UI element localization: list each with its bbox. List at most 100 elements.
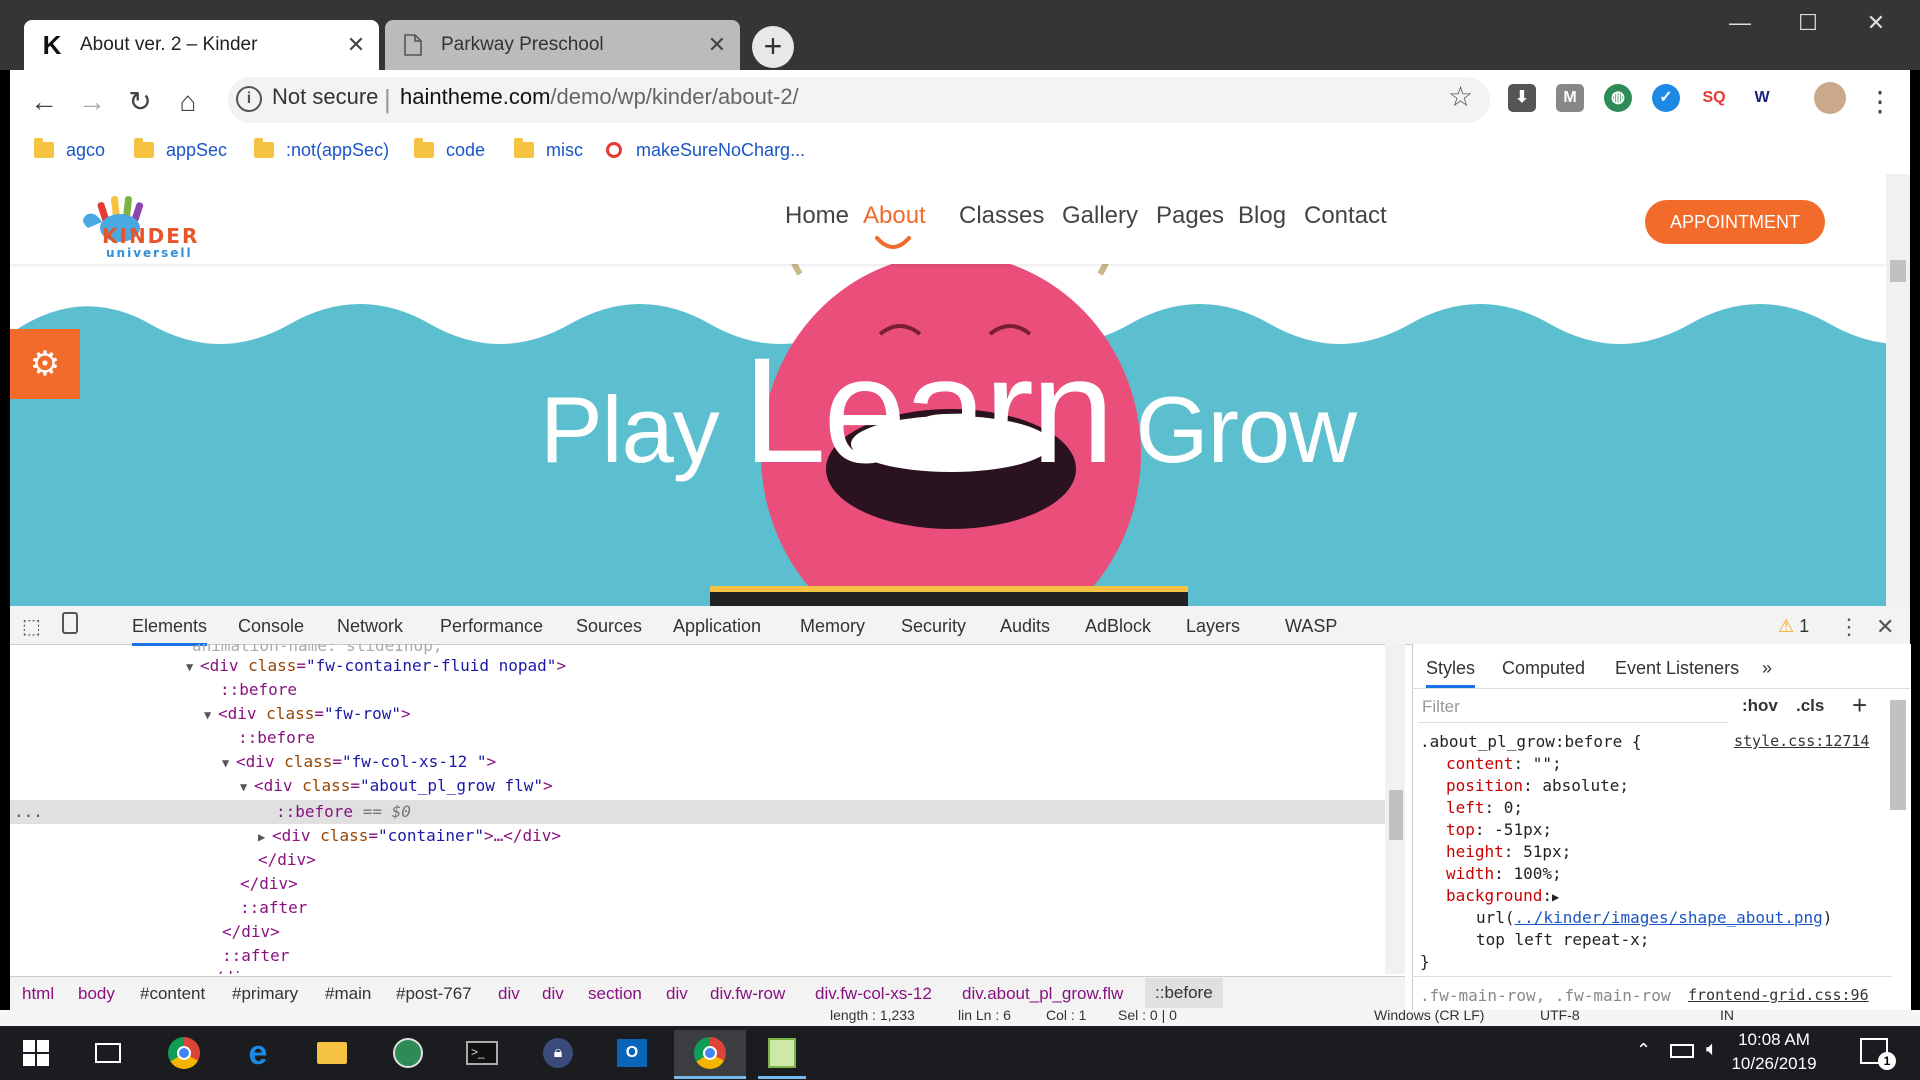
- keepass-lock-icon[interactable]: 🔒︎: [534, 1030, 582, 1076]
- chevron-up-icon[interactable]: ⌃: [1636, 1040, 1651, 1061]
- url-text[interactable]: haintheme.com/demo/wp/kinder/about-2/: [400, 84, 799, 110]
- expand-triangle-icon[interactable]: ▼: [240, 775, 254, 799]
- tab-sources[interactable]: Sources: [576, 616, 642, 637]
- tab-parkway-preschool[interactable]: Parkway Preschool ✕: [385, 20, 740, 70]
- dom-close-tag[interactable]: </div>: [240, 872, 298, 896]
- volume-icon[interactable]: 🔈︎: [1706, 1038, 1718, 1061]
- style-prop-width[interactable]: width: 100%;: [1446, 864, 1562, 883]
- cls-toggle[interactable]: .cls: [1796, 696, 1824, 716]
- system-clock[interactable]: 10:08 AM 10/26/2019: [1722, 1028, 1826, 1076]
- expand-triangle-icon[interactable]: ▼: [204, 703, 218, 727]
- breadcrumb-item[interactable]: div: [666, 984, 688, 1004]
- nav-pages[interactable]: Pages: [1156, 202, 1224, 230]
- back-icon[interactable]: ←: [24, 82, 64, 122]
- expand-triangle-icon[interactable]: ▶: [1552, 890, 1559, 904]
- tab-about-kinder[interactable]: K About ver. 2 – Kinder ✕: [24, 20, 379, 70]
- dom-node[interactable]: ▼ <div class="about_pl_grow flw">: [240, 774, 553, 798]
- devtools-close-icon[interactable]: ✕: [1876, 614, 1894, 640]
- sq-extension-icon[interactable]: SQ: [1700, 84, 1728, 112]
- bookmark-link-makesure[interactable]: makeSureNoCharg...: [606, 134, 805, 166]
- new-tab-button[interactable]: +: [752, 26, 794, 68]
- style-prop-content[interactable]: content: "";: [1446, 754, 1562, 773]
- tab-performance[interactable]: Performance: [440, 616, 543, 637]
- breadcrumb-item[interactable]: body: [78, 984, 115, 1004]
- tab-security[interactable]: Security: [901, 616, 966, 637]
- next-style-selector[interactable]: .fw-main-row, .fw-main-row: [1420, 986, 1670, 1005]
- task-view-icon[interactable]: [84, 1030, 132, 1076]
- download-extension-icon[interactable]: ⬇: [1508, 84, 1536, 112]
- warning-indicator[interactable]: ⚠ 1: [1778, 616, 1809, 637]
- dom-close-tag[interactable]: </div>: [204, 966, 262, 974]
- nav-home[interactable]: Home: [785, 202, 849, 230]
- page-scrollbar[interactable]: [1886, 174, 1910, 606]
- security-label[interactable]: Not secure: [272, 84, 378, 110]
- home-icon[interactable]: ⌂: [168, 82, 208, 122]
- style-prop-top[interactable]: top: -51px;: [1446, 820, 1552, 839]
- dom-pseudo[interactable]: ::after: [222, 944, 289, 968]
- hov-toggle[interactable]: :hov: [1742, 696, 1778, 716]
- outlook-icon[interactable]: O: [608, 1030, 656, 1076]
- windows-start-icon[interactable]: [12, 1030, 60, 1076]
- tab-event-listeners[interactable]: Event Listeners: [1615, 658, 1739, 679]
- styles-filter-input[interactable]: Filter: [1418, 692, 1728, 723]
- breadcrumb-item[interactable]: html: [22, 984, 54, 1004]
- style-source-link[interactable]: style.css:12714: [1734, 732, 1869, 750]
- tab-computed[interactable]: Computed: [1502, 658, 1585, 679]
- style-bg-url[interactable]: url(../kinder/images/shape_about.png): [1476, 908, 1832, 927]
- dom-node[interactable]: ▼ <div class="fw-container-fluid nopad">: [186, 654, 566, 678]
- breadcrumb-item[interactable]: section: [588, 984, 642, 1004]
- tab-styles[interactable]: Styles: [1426, 658, 1476, 688]
- breadcrumb-item[interactable]: #post-767: [396, 984, 472, 1004]
- style-prop-position[interactable]: position: absolute;: [1446, 776, 1629, 795]
- tab-adblock[interactable]: AdBlock: [1085, 616, 1151, 637]
- bookmark-star-icon[interactable]: ☆: [1448, 80, 1473, 113]
- breadcrumb-item-active[interactable]: ::before: [1145, 978, 1223, 1008]
- breadcrumb-item[interactable]: #content: [140, 984, 205, 1004]
- dom-pseudo[interactable]: ::before: [238, 726, 315, 750]
- terminal-icon[interactable]: >_: [458, 1030, 506, 1076]
- next-style-source-link[interactable]: frontend-grid.css:96: [1688, 986, 1869, 1004]
- info-icon[interactable]: i: [236, 86, 262, 112]
- nav-contact[interactable]: Contact: [1304, 202, 1387, 230]
- globe-extension-icon[interactable]: ◍: [1604, 84, 1632, 112]
- chrome-active-icon[interactable]: [674, 1030, 746, 1079]
- style-selector[interactable]: .about_pl_grow:before {: [1420, 732, 1642, 751]
- gmail-checker-icon[interactable]: M: [1556, 84, 1584, 112]
- breadcrumb-item[interactable]: div.about_pl_grow.flw: [962, 984, 1123, 1004]
- minimize-button[interactable]: —: [1706, 0, 1774, 46]
- style-prop-left[interactable]: left: 0;: [1446, 798, 1523, 817]
- reload-icon[interactable]: ↻: [120, 82, 160, 122]
- dom-pseudo[interactable]: ::after: [240, 896, 307, 920]
- style-prop-background[interactable]: background:▶: [1446, 886, 1559, 905]
- globe-app-icon[interactable]: [384, 1030, 432, 1076]
- dom-tree[interactable]: animation-name: slideInUp; ▼ <div class="…: [10, 644, 1385, 974]
- forward-icon[interactable]: →: [72, 82, 112, 122]
- dom-node[interactable]: ▼ <div class="fw-col-xs-12 ">: [222, 750, 496, 774]
- device-toolbar-icon[interactable]: [62, 612, 78, 634]
- bookmark-folder-code[interactable]: code: [414, 134, 485, 166]
- breadcrumb-item[interactable]: div.fw-row: [710, 984, 785, 1004]
- chrome-icon[interactable]: [160, 1030, 208, 1076]
- breadcrumb-item[interactable]: div.fw-col-xs-12: [815, 984, 932, 1004]
- tab-wasp[interactable]: WASP: [1285, 616, 1337, 637]
- bookmark-folder-appsec[interactable]: appSec: [134, 134, 227, 166]
- dom-close-tag[interactable]: </div>: [258, 848, 316, 872]
- page-scrollbar-thumb[interactable]: [1890, 260, 1906, 282]
- tab-network[interactable]: Network: [337, 616, 403, 637]
- close-window-button[interactable]: ✕: [1842, 0, 1910, 46]
- dom-close-tag[interactable]: </div>: [222, 920, 280, 944]
- tab-console[interactable]: Console: [238, 616, 304, 637]
- bookmark-folder-misc[interactable]: misc: [514, 134, 583, 166]
- wappalyzer-extension-icon[interactable]: W: [1748, 84, 1776, 112]
- logo-title[interactable]: KINDER: [102, 224, 199, 248]
- dom-pseudo-selected[interactable]: ::before == $0: [276, 800, 411, 824]
- tab-audits[interactable]: Audits: [1000, 616, 1050, 637]
- breadcrumb-item[interactable]: #main: [325, 984, 371, 1004]
- nav-classes[interactable]: Classes: [959, 202, 1044, 230]
- dom-node[interactable]: ▶ <div class="container">…</div>: [258, 824, 561, 848]
- battery-icon[interactable]: [1670, 1044, 1694, 1058]
- dom-node[interactable]: ▼ <div class="fw-row">: [204, 702, 411, 726]
- dom-pseudo[interactable]: ::before: [220, 678, 297, 702]
- styles-scrollbar-thumb[interactable]: [1890, 700, 1906, 810]
- new-style-rule-icon[interactable]: +: [1852, 690, 1867, 721]
